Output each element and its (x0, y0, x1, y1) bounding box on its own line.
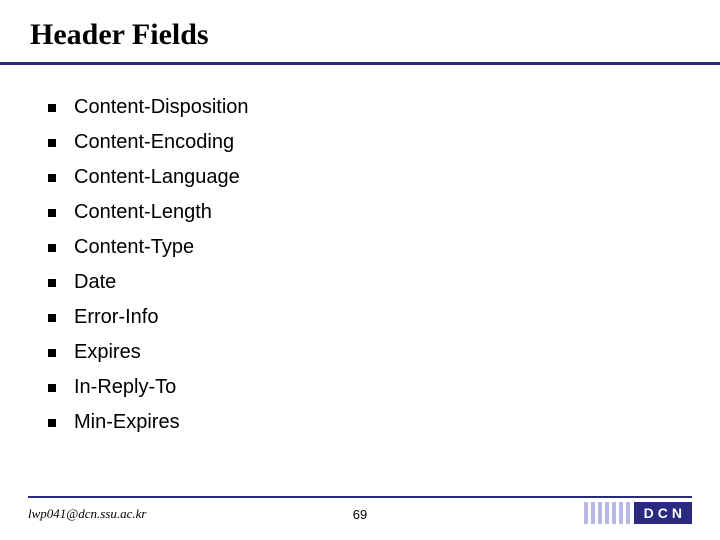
bullet-icon (48, 384, 56, 392)
bullet-icon (48, 419, 56, 427)
list-item: Content-Encoding (48, 125, 249, 160)
bullet-icon (48, 349, 56, 357)
list-item: Min-Expires (48, 405, 249, 440)
slide: Header Fields Content-Disposition Conten… (0, 0, 720, 540)
list-item: Content-Length (48, 195, 249, 230)
footer-divider (28, 496, 692, 498)
bullet-icon (48, 209, 56, 217)
list-item-label: Content-Disposition (74, 90, 249, 125)
bullet-icon (48, 104, 56, 112)
list-item-label: Content-Type (74, 230, 194, 265)
list-item-label: Error-Info (74, 300, 158, 335)
list-item-label: Content-Language (74, 160, 240, 195)
bullet-icon (48, 279, 56, 287)
bullet-icon (48, 244, 56, 252)
list-item-label: Content-Length (74, 195, 212, 230)
footer-logo-label: DCN (634, 502, 692, 524)
footer-logo: DCN (584, 502, 692, 524)
list-item: Expires (48, 335, 249, 370)
list-item-label: Date (74, 265, 116, 300)
list-item-label: In-Reply-To (74, 370, 176, 405)
stripes-icon (584, 502, 630, 524)
bullet-list: Content-Disposition Content-Encoding Con… (48, 90, 249, 440)
list-item: Date (48, 265, 249, 300)
list-item: Content-Type (48, 230, 249, 265)
list-item: Content-Disposition (48, 90, 249, 125)
list-item: Content-Language (48, 160, 249, 195)
bullet-icon (48, 174, 56, 182)
list-item-label: Content-Encoding (74, 125, 234, 160)
slide-title: Header Fields (30, 18, 209, 52)
list-item: Error-Info (48, 300, 249, 335)
bullet-icon (48, 314, 56, 322)
bullet-icon (48, 139, 56, 147)
list-item: In-Reply-To (48, 370, 249, 405)
title-underline (0, 62, 720, 65)
list-item-label: Min-Expires (74, 405, 180, 440)
list-item-label: Expires (74, 335, 141, 370)
